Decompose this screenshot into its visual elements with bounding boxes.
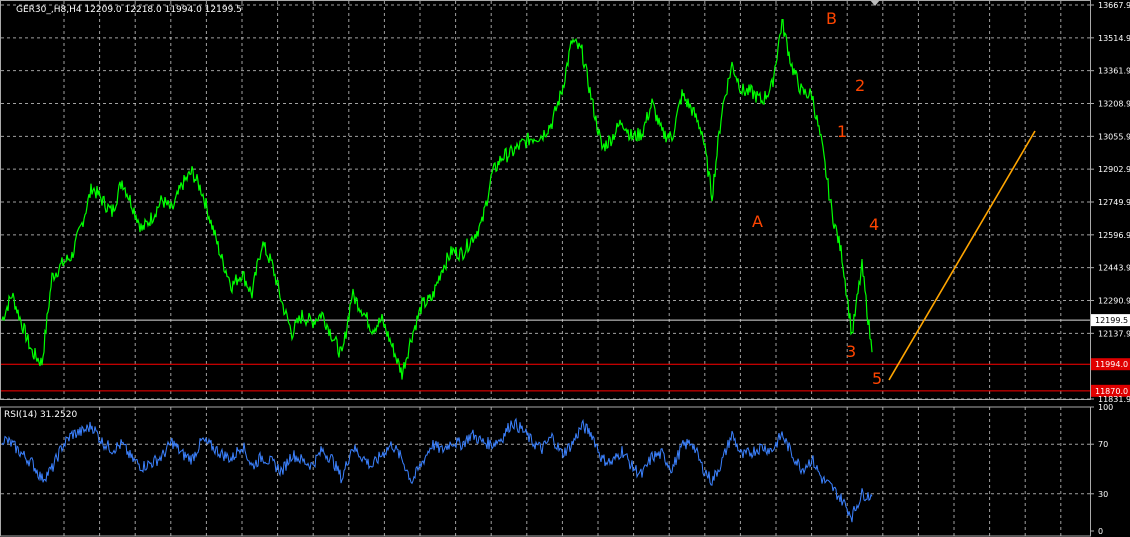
price-tick-label: 13667.9	[1098, 1, 1130, 10]
wave-label: A	[752, 212, 763, 231]
current-price-label: 12199.5	[1095, 316, 1128, 325]
rsi-tick-label: 30	[1098, 490, 1108, 499]
wave-label: 3	[846, 342, 856, 361]
price-tick-label: 12443.9	[1098, 264, 1130, 273]
wave-label: 1	[837, 122, 847, 141]
rsi-tick-label: 0	[1098, 527, 1103, 536]
price-tick-label: 12290.9	[1098, 297, 1130, 306]
price-tick-label: 12596.9	[1098, 231, 1130, 240]
wave-label: 5	[872, 369, 882, 388]
chart-header: GER30_,H8,H4 12209.0 12218.0 11994.0 121…	[16, 5, 242, 15]
rsi-header: RSI(14) 31.2520	[4, 410, 77, 420]
wave-label: B	[826, 9, 837, 28]
price-tick-label: 13361.9	[1098, 67, 1130, 76]
level-price-label: 11994.0	[1095, 360, 1128, 369]
price-tick-label: 13055.9	[1098, 132, 1130, 141]
price-tick-label: 12749.9	[1098, 198, 1130, 207]
price-tick-label: 13514.9	[1098, 34, 1130, 43]
price-chart[interactable]: 12199.511994.011870.0 13667.913514.91336…	[0, 0, 1130, 537]
wave-label: 2	[855, 76, 865, 95]
rsi-tick-label: 70	[1098, 440, 1108, 449]
price-tick-label: 12137.9	[1098, 329, 1130, 338]
price-tick-label: 12902.9	[1098, 165, 1130, 174]
price-tick-label: 13208.9	[1098, 100, 1130, 109]
rsi-tick-label: 100	[1098, 403, 1113, 412]
wave-label: 4	[869, 215, 879, 234]
